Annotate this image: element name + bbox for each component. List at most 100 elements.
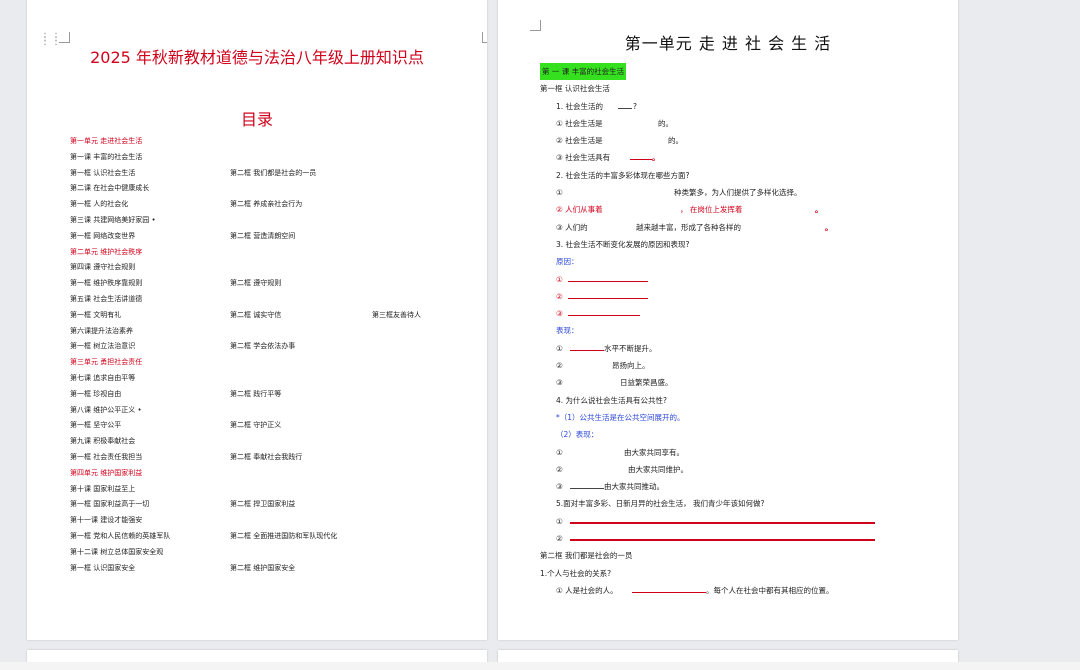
question-line: 4. 为什么说社会生活具有公共性? xyxy=(540,392,940,409)
toc-entry[interactable]: 第一课 丰富的社会生活 xyxy=(70,150,142,166)
toc-entry[interactable]: 第七课 追求自由平等 xyxy=(70,371,135,387)
toc-entry[interactable]: 第二框 学会依法办事 xyxy=(230,339,295,355)
toc-entry[interactable]: 第一框 网络改变世界 xyxy=(70,229,135,245)
toc-row: 第一单元 走进社会生活 xyxy=(70,134,480,150)
toc-entry[interactable]: 第一框 树立法治意识 xyxy=(70,339,135,355)
answer-text: ① xyxy=(556,343,563,353)
toc-entry[interactable]: 第一框 坚守公平 xyxy=(70,418,121,434)
toc-row: 第三课 共建网络美好家园 • xyxy=(70,213,480,229)
toc-entry[interactable]: 第二单元 维护社会秩序 xyxy=(70,245,142,261)
drag-handle-icon[interactable]: ⋮⋮ ⋮⋮ xyxy=(40,33,61,47)
document-title: 2025 年秋新教材道德与法治八年级上册知识点 xyxy=(90,48,424,67)
answer-text: ② xyxy=(556,534,563,544)
answer-text: 日益繁荣昌盛。 xyxy=(620,378,673,388)
answer-line: ③ 人们的 越来越丰富，形成了各种各样的 。 xyxy=(540,219,940,236)
toc-entry[interactable]: 第二框 守护正义 xyxy=(230,418,281,434)
question-text: 5.面对丰富多彩、日新月异的社会生活， 我们青少年该如何做? xyxy=(556,499,765,509)
toc-row: 第六课提升法治素养 xyxy=(70,324,480,340)
answer-text: 。 xyxy=(825,222,833,232)
toc-entry[interactable]: 第十二课 树立总体国家安全观 xyxy=(70,545,163,561)
answer-rule xyxy=(570,521,875,524)
document-page-left: ⋮⋮ ⋮⋮ 2025 年秋新教材道德与法治八年级上册知识点 目录 第一单元 走进社… xyxy=(27,0,487,640)
answer-text: 。每个人在社会中都有其相应的位置。 xyxy=(706,585,834,595)
toc-entry[interactable]: 第一框 维护秩序靠规则 xyxy=(70,276,142,292)
answer-text: 的。 xyxy=(668,136,683,146)
blank xyxy=(618,101,632,109)
toc-entry[interactable]: 第二框 诚实守信 xyxy=(230,308,281,324)
blank-line: ① xyxy=(540,513,940,530)
answer-line: （2）表现： xyxy=(540,426,940,443)
toc-entry[interactable]: 第一框 珍视自由 xyxy=(70,387,121,403)
question-text: 1.个人与社会的关系? xyxy=(540,568,612,578)
table-of-contents: 第一单元 走进社会生活 第一课 丰富的社会生活 第一框 认识社会生活 第二框 我们都是… xyxy=(70,134,480,576)
toc-entry[interactable]: 第一框 人的社会化 xyxy=(70,197,128,213)
answer-text: 由大家共同享有。 xyxy=(624,447,684,457)
toc-row: 第十课 国家利益至上 xyxy=(70,482,480,498)
toc-entry[interactable]: 第一单元 走进社会生活 xyxy=(70,134,142,150)
toc-entry[interactable]: 第二框 捍卫国家利益 xyxy=(230,497,295,513)
toc-entry[interactable]: 第二框 养成亲社会行为 xyxy=(230,197,302,213)
answer-text: 的。 xyxy=(658,118,673,128)
toc-entry[interactable]: 第二框 全面推进国防和军队现代化 xyxy=(230,529,337,545)
toc-entry[interactable]: 第一框 文明有礼 xyxy=(70,308,121,324)
answer-text: ③ xyxy=(556,378,563,388)
toc-entry[interactable]: 第二框 我们都是社会的一员 xyxy=(230,166,316,182)
question-line: 3. 社会生活不断变化发展的原因和表现? xyxy=(540,236,940,253)
answer-text: ② xyxy=(556,291,563,301)
toc-row: 第十二课 树立总体国家安全观 xyxy=(70,545,480,561)
answer-text: ① xyxy=(556,447,563,457)
toc-entry[interactable]: 第二课 在社会中健康成长 xyxy=(70,181,149,197)
toc-entry[interactable]: 第六课提升法治素养 xyxy=(70,324,133,340)
toc-entry[interactable]: 第十一课 建设才能强安 xyxy=(70,513,142,529)
toc-entry[interactable]: 第三框友善待人 xyxy=(372,308,421,324)
blank-line: ③ xyxy=(540,305,940,322)
toc-entry[interactable]: 第四课 遵守社会规则 xyxy=(70,260,135,276)
toc-row: 第一框 文明有礼 第二框 诚实守信 第三框友善待人 xyxy=(70,308,480,324)
answer-text: ② 社会生活是 xyxy=(556,136,603,146)
toc-entry[interactable]: 第十课 国家利益至上 xyxy=(70,482,135,498)
toc-entry[interactable]: 第二框 奉献社会我践行 xyxy=(230,450,302,466)
answer-text: ③ xyxy=(556,482,563,492)
blank xyxy=(570,481,604,490)
answer-line: ① 社会生活是 的。 xyxy=(540,115,940,132)
answer-line: ② 社会生活是 的。 xyxy=(540,132,940,149)
answer-line: ② 昂扬向上。 xyxy=(540,357,940,374)
answer-line: ③ 社会生活具有 。 xyxy=(540,149,940,166)
toc-entry[interactable]: 第一框 认识国家安全 xyxy=(70,561,135,577)
lesson-title: 第 一 课 丰富的社会生活 xyxy=(540,63,627,81)
toc-row: 第五课 社会生活讲道德 xyxy=(70,292,480,308)
toc-entry[interactable]: 第三单元 勇担社会责任 xyxy=(70,355,142,371)
blank xyxy=(568,291,648,299)
answer-text: ② 人们从事着 xyxy=(556,205,603,215)
toc-entry[interactable]: 第二框 营造清朗空间 xyxy=(230,229,295,245)
toc-entry[interactable]: 第二框 践行平等 xyxy=(230,387,281,403)
answer-text: ① xyxy=(556,188,563,198)
show-label: 表现： xyxy=(556,326,579,336)
toc-entry[interactable]: 第二框 维护国家安全 xyxy=(230,561,295,577)
question-line: 2. 社会生活的丰富多彩体现在哪些方面? xyxy=(540,167,940,184)
reason-label: 原因： xyxy=(556,257,579,267)
answer-rule xyxy=(570,539,875,542)
toc-row: 第一框 人的社会化 第二框 养成亲社会行为 xyxy=(70,197,480,213)
unit-title: 第一单元 走 进 社 会 生 活 xyxy=(624,34,832,53)
answer-text: *（1）公共生活是在公共空间展开的。 xyxy=(556,412,685,422)
toc-entry[interactable]: 第四单元 维护国家利益 xyxy=(70,466,142,482)
toc-entry[interactable]: 第八课 维护公平正义 • xyxy=(70,403,142,419)
section-title: 第二框 我们都是社会的一员 xyxy=(540,551,633,561)
toc-entry[interactable]: 第一框 国家利益高于一切 xyxy=(70,497,149,513)
toc-entry[interactable]: 第五课 社会生活讲道德 xyxy=(70,292,142,308)
toc-entry[interactable]: 第一框 社会责任我担当 xyxy=(70,450,142,466)
toc-entry[interactable]: 第三课 共建网络美好家园 • xyxy=(70,213,156,229)
toc-row: 第一框 认识国家安全 第二框 维护国家安全 xyxy=(70,561,480,577)
toc-entry[interactable]: 第一框 认识社会生活 xyxy=(70,166,135,182)
answer-line: ① 由大家共同享有。 xyxy=(540,444,940,461)
toc-row: 第二课 在社会中健康成长 xyxy=(70,181,480,197)
answer-text: 水平不断提升。 xyxy=(604,343,657,353)
toc-entry[interactable]: 第一框 党和人民信赖的英雄军队 xyxy=(70,529,170,545)
answer-text: 种类繁多，为人们提供了多样化选择。 xyxy=(674,188,802,198)
question-text: 4. 为什么说社会生活具有公共性? xyxy=(556,395,668,405)
toc-entry[interactable]: 第二框 遵守规则 xyxy=(230,276,281,292)
question-line: 1.个人与社会的关系? xyxy=(540,565,940,582)
toc-row: 第二单元 维护社会秩序 xyxy=(70,245,480,261)
toc-entry[interactable]: 第九课 积极奉献社会 xyxy=(70,434,135,450)
